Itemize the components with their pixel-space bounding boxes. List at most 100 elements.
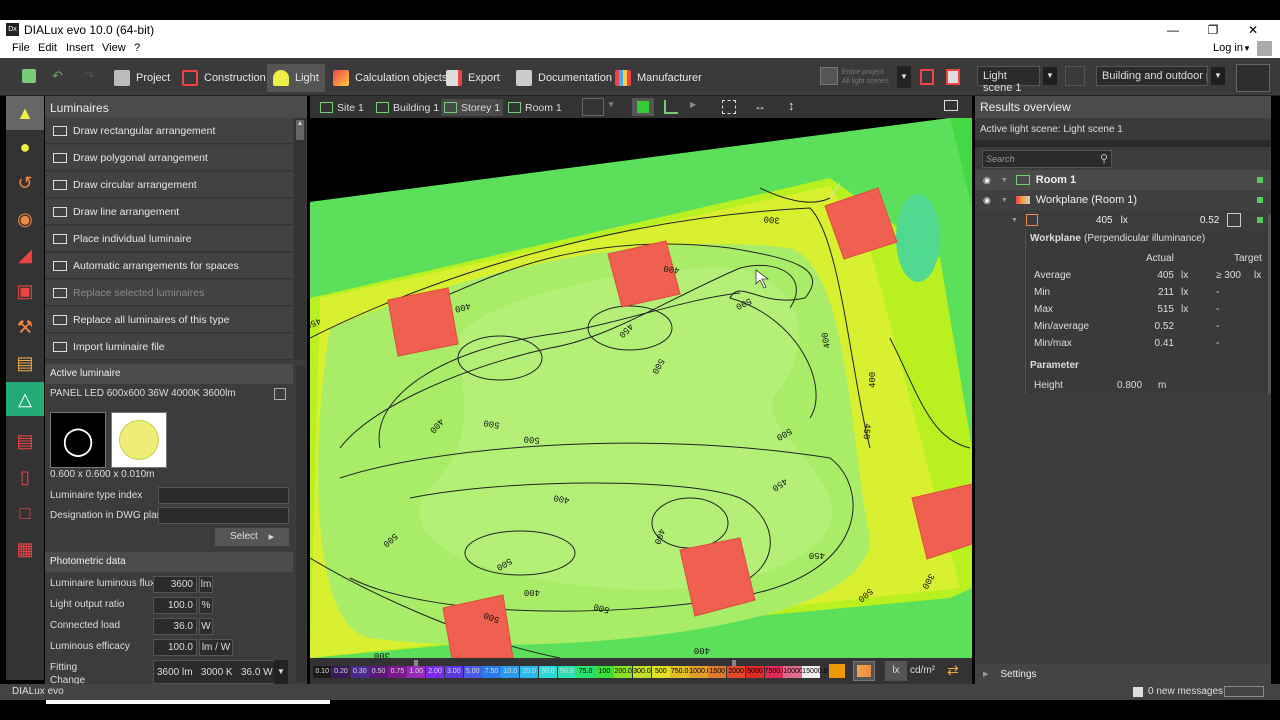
solid-view-icon[interactable] xyxy=(632,98,654,116)
avatar[interactable] xyxy=(1257,41,1272,56)
zoom-extents-icon[interactable] xyxy=(722,100,736,114)
luminaire[interactable] xyxy=(387,287,459,357)
text-tool-icon[interactable]: ▤ xyxy=(6,424,44,458)
measure-horizontal-icon[interactable]: ↔ xyxy=(754,99,766,113)
results-scrollbar[interactable] xyxy=(1268,214,1271,394)
chevron-right-icon[interactable]: ▶ xyxy=(690,100,696,109)
search-input[interactable]: Search ⚲ xyxy=(982,150,1112,168)
luminaire-action-item[interactable]: Draw circular arrangement xyxy=(45,172,293,198)
breadcrumb-storey[interactable]: Storey 1 xyxy=(441,99,504,116)
login-link[interactable]: Log in xyxy=(1213,42,1243,54)
area-tool-icon[interactable]: □ xyxy=(6,496,44,530)
wrench-icon[interactable]: ⚒ xyxy=(6,310,44,344)
fullscreen-icon[interactable] xyxy=(944,100,958,111)
view-dropdown-arrow[interactable]: ▼ xyxy=(1211,67,1225,85)
tab-export[interactable]: Export xyxy=(446,64,500,92)
status-bar: DIALux evo 0 new messages xyxy=(0,684,1280,700)
lower-panel-scrollbar[interactable] xyxy=(296,366,306,682)
undo-icon[interactable]: ↶ xyxy=(52,69,66,82)
luminaire-tool-icon[interactable]: ▲ xyxy=(6,96,44,130)
selection-mode-icon[interactable] xyxy=(582,98,604,116)
menu-view[interactable]: View xyxy=(102,42,126,54)
close-button[interactable]: ✕ xyxy=(1238,21,1268,39)
scale-max-slider[interactable] xyxy=(732,660,736,666)
breadcrumb-building[interactable]: Building 1 xyxy=(376,99,439,116)
tab-construction[interactable]: Construction xyxy=(182,64,266,92)
plan-viewport[interactable]: 300 400 500 400 500 400 500 500 450 500 400 500 500 4… xyxy=(310,118,972,658)
minimize-button[interactable]: — xyxy=(1158,21,1188,39)
menu-insert[interactable]: Insert xyxy=(66,42,94,54)
chevron-down-icon[interactable]: ▼ xyxy=(1001,197,1008,204)
messages-count[interactable]: 0 new messages xyxy=(1148,686,1223,697)
tab-documentation[interactable]: Documentation xyxy=(516,64,612,92)
luminaire-action-item[interactable]: Draw polygonal arrangement xyxy=(45,145,293,171)
select-luminaire-button[interactable]: Select ▶ xyxy=(215,528,289,546)
photometric-value[interactable]: 3600 xyxy=(153,576,197,593)
luminaire-action-item[interactable]: Import luminaire file xyxy=(45,334,293,360)
luminaire-action-item[interactable]: Automatic arrangements for spaces xyxy=(45,253,293,279)
grid-tool-icon[interactable]: ▦ xyxy=(6,532,44,566)
view-select[interactable]: Building and outdoor pla... xyxy=(1096,66,1208,86)
swap-icon[interactable]: ⇄ xyxy=(947,662,959,679)
entire-project-button[interactable]: Entire project All light scenes xyxy=(842,68,889,86)
fitting-dropdown-arrow[interactable]: ▼ xyxy=(274,660,288,684)
gradient-mode-icon[interactable] xyxy=(829,664,845,678)
redo-icon[interactable]: ↷ xyxy=(84,69,98,82)
delete-scene-icon[interactable] xyxy=(920,69,934,85)
menu-help[interactable]: ? xyxy=(134,42,140,54)
move-axes-icon[interactable]: ↕ xyxy=(788,98,795,113)
scope-dropdown-arrow[interactable]: ▼ xyxy=(897,66,911,88)
tab-calculation-objects[interactable]: Calculation objects xyxy=(333,64,447,92)
tab-manufacturer[interactable]: Manufacturer xyxy=(615,64,702,92)
tab-light[interactable]: Light xyxy=(267,64,325,92)
measure-tool-icon[interactable]: ▯ xyxy=(6,460,44,494)
eye-icon[interactable]: ◉ xyxy=(983,195,991,206)
panel-scrollbar[interactable]: ▲ xyxy=(294,118,306,360)
photometric-value[interactable]: 36.0 xyxy=(153,618,197,635)
bulb-tool-icon[interactable]: ● xyxy=(6,130,44,164)
settings-row[interactable]: ▶ Settings xyxy=(975,664,1271,684)
unit-lux-toggle[interactable]: lx xyxy=(885,661,907,681)
photometric-value[interactable]: 100.0 xyxy=(153,639,197,656)
daylight-tool-icon[interactable]: ◢ xyxy=(6,238,44,272)
tab-project[interactable]: Project xyxy=(114,64,170,92)
menu-file[interactable]: File xyxy=(12,42,30,54)
light-scene-select[interactable]: Light scene 1 xyxy=(977,66,1040,94)
tree-row-room[interactable]: ◉ ▼ Room 1 xyxy=(975,170,1271,190)
breadcrumb-room[interactable]: Room 1 xyxy=(508,99,562,116)
luminaire-action-item[interactable]: Place individual luminaire xyxy=(45,226,293,252)
isoline-mode-icon[interactable] xyxy=(853,661,875,681)
color-tool-icon[interactable]: ◉ xyxy=(6,202,44,236)
tree-row-result[interactable]: ▼ 405 lx 0.52 xyxy=(975,210,1271,230)
luminaire-action-item[interactable]: Draw line arrangement xyxy=(45,199,293,225)
emergency-tool-icon[interactable]: ↺ xyxy=(6,166,44,200)
layers-tool-icon[interactable]: ▤ xyxy=(6,346,44,380)
unit-luminance-toggle[interactable]: cd/m² xyxy=(910,665,935,676)
luminaire-action-item[interactable]: Replace selected luminaires xyxy=(45,280,293,306)
type-index-input[interactable] xyxy=(158,487,289,504)
room-tool-icon[interactable]: ▣ xyxy=(6,274,44,308)
delete-all-icon[interactable] xyxy=(946,69,960,85)
chevron-down-icon[interactable]: ▼ xyxy=(1011,217,1018,224)
scale-min-slider[interactable] xyxy=(414,660,418,666)
scene-settings-icon[interactable] xyxy=(1065,66,1085,86)
light-scene-dropdown-arrow[interactable]: ▼ xyxy=(1043,67,1057,85)
chevron-down-icon[interactable]: ▼ xyxy=(607,100,615,109)
search-icon[interactable]: ⚲ xyxy=(1100,152,1108,165)
dwg-input[interactable] xyxy=(158,507,289,524)
wireframe-view-icon[interactable] xyxy=(664,100,678,114)
luminaire-action-item[interactable]: Draw rectangular arrangement xyxy=(45,118,293,144)
luminaire-action-item[interactable]: Replace all luminaires of this type xyxy=(45,307,293,333)
plan-view-icon[interactable] xyxy=(1236,64,1270,92)
menu-edit[interactable]: Edit xyxy=(38,42,57,54)
control-tool-icon[interactable]: △ xyxy=(6,382,44,416)
breadcrumb-site[interactable]: Site 1 xyxy=(320,99,364,116)
chevron-down-icon[interactable]: ▼ xyxy=(1001,177,1008,184)
save-icon[interactable] xyxy=(22,69,36,83)
luminaire-details-icon[interactable] xyxy=(274,388,286,400)
tree-row-workplane[interactable]: ◉ ▼ Workplane (Room 1) xyxy=(975,190,1271,210)
eye-icon[interactable]: ◉ xyxy=(983,175,991,186)
fitting-select[interactable]: 3600 lm 3000 K 36.0 W xyxy=(153,660,275,684)
maximize-button[interactable]: ❐ xyxy=(1198,21,1228,39)
photometric-value[interactable]: 100.0 xyxy=(153,597,197,614)
